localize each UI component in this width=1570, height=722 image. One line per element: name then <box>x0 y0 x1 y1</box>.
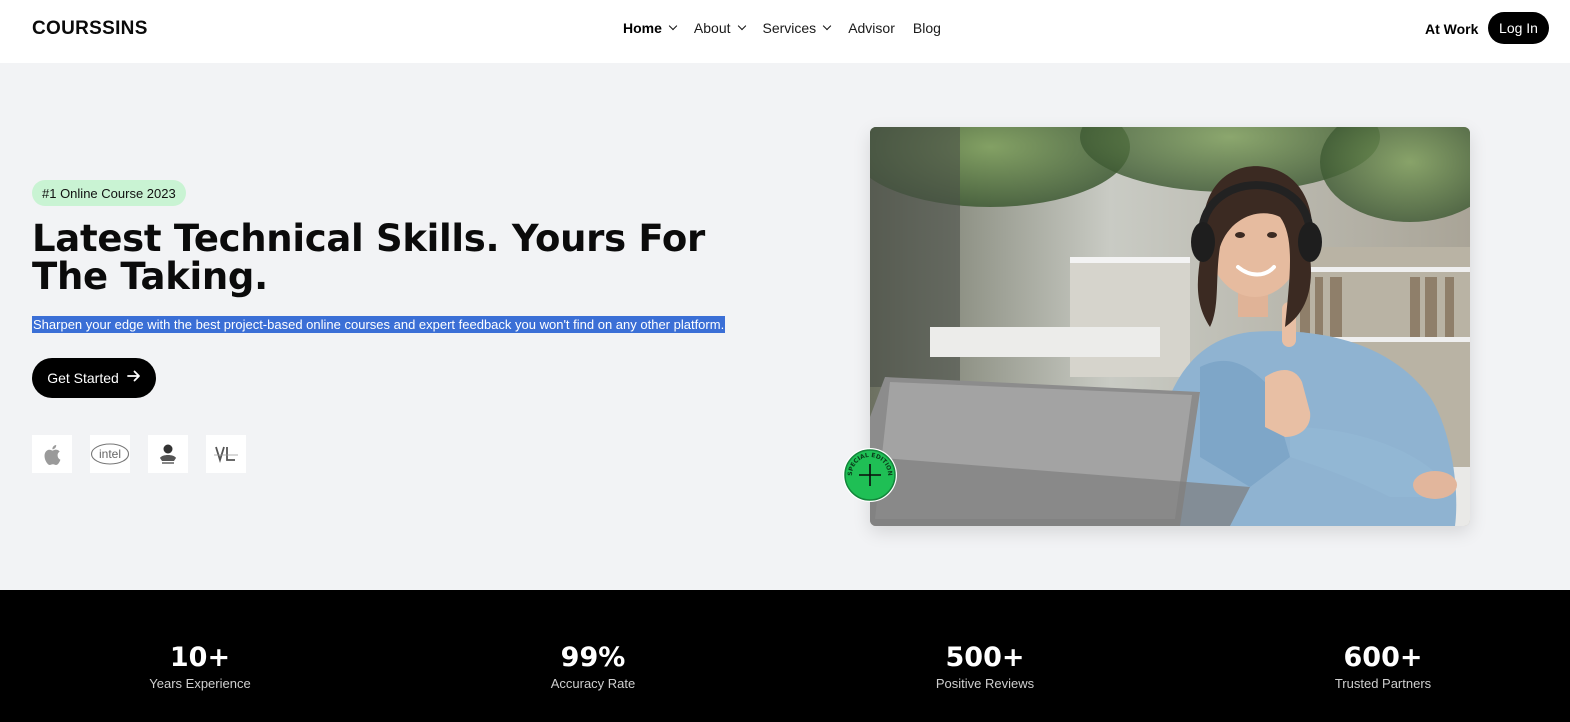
stat-value: 99% <box>560 642 626 673</box>
nav-blog[interactable]: Blog <box>913 20 941 36</box>
apple-icon <box>32 435 72 473</box>
svg-text:intel: intel <box>99 447 121 461</box>
stat-reviews: 500+ Positive Reviews <box>885 642 1085 691</box>
at-work-link[interactable]: At Work <box>1425 21 1478 37</box>
get-started-button[interactable]: Get Started <box>32 358 156 398</box>
nav-home-label: Home <box>623 20 662 36</box>
stat-value: 10+ <box>169 642 231 673</box>
stat-label: Years Experience <box>149 676 251 691</box>
hero-image <box>870 127 1470 526</box>
hero-subtitle: Sharpen your edge with the best project-… <box>32 316 726 333</box>
nav-advisor[interactable]: Advisor <box>848 20 895 36</box>
stat-accuracy: 99% Accuracy Rate <box>493 642 693 691</box>
special-edition-seal: SPECIAL EDITION <box>842 447 898 503</box>
vl-logo <box>206 435 246 473</box>
club-logo <box>148 435 188 473</box>
nav-about-label: About <box>693 20 731 36</box>
stat-label: Positive Reviews <box>935 676 1035 691</box>
site-logo[interactable]: COURSSINS <box>32 18 148 40</box>
nav-services[interactable]: Services <box>762 20 832 36</box>
chevron-down-icon <box>737 21 746 31</box>
stat-label: Trusted Partners <box>1334 676 1432 691</box>
stat-partners: 600+ Trusted Partners <box>1283 642 1483 691</box>
main-nav: Home About Services Advisor Blog <box>623 20 959 36</box>
nav-home[interactable]: Home <box>623 20 678 36</box>
stat-years: 10+ Years Experience <box>100 642 300 691</box>
chevron-down-icon <box>668 21 678 31</box>
nav-services-label: Services <box>762 20 817 36</box>
hero-title: Latest Technical Skills. Yours For The T… <box>32 217 705 298</box>
stats-bar: 10+ Years Experience 99% Accuracy Rate 5… <box>0 590 1570 722</box>
stat-value: 600+ <box>1343 642 1423 673</box>
partner-logos: intel <box>32 435 264 473</box>
site-header: COURSSINS Home About Services Advisor Bl… <box>0 0 1570 63</box>
stat-label: Accuracy Rate <box>550 676 636 691</box>
login-button[interactable]: Log In <box>1488 12 1549 44</box>
nav-advisor-label: Advisor <box>848 20 895 36</box>
chevron-down-icon <box>822 21 832 31</box>
stat-value: 500+ <box>945 642 1025 673</box>
get-started-label: Get Started <box>47 370 119 386</box>
nav-about[interactable]: About <box>693 20 746 36</box>
intel-logo: intel <box>90 435 130 473</box>
arrow-right-icon <box>126 370 141 386</box>
award-badge: #1 Online Course 2023 <box>32 180 186 206</box>
nav-blog-label: Blog <box>912 20 941 36</box>
